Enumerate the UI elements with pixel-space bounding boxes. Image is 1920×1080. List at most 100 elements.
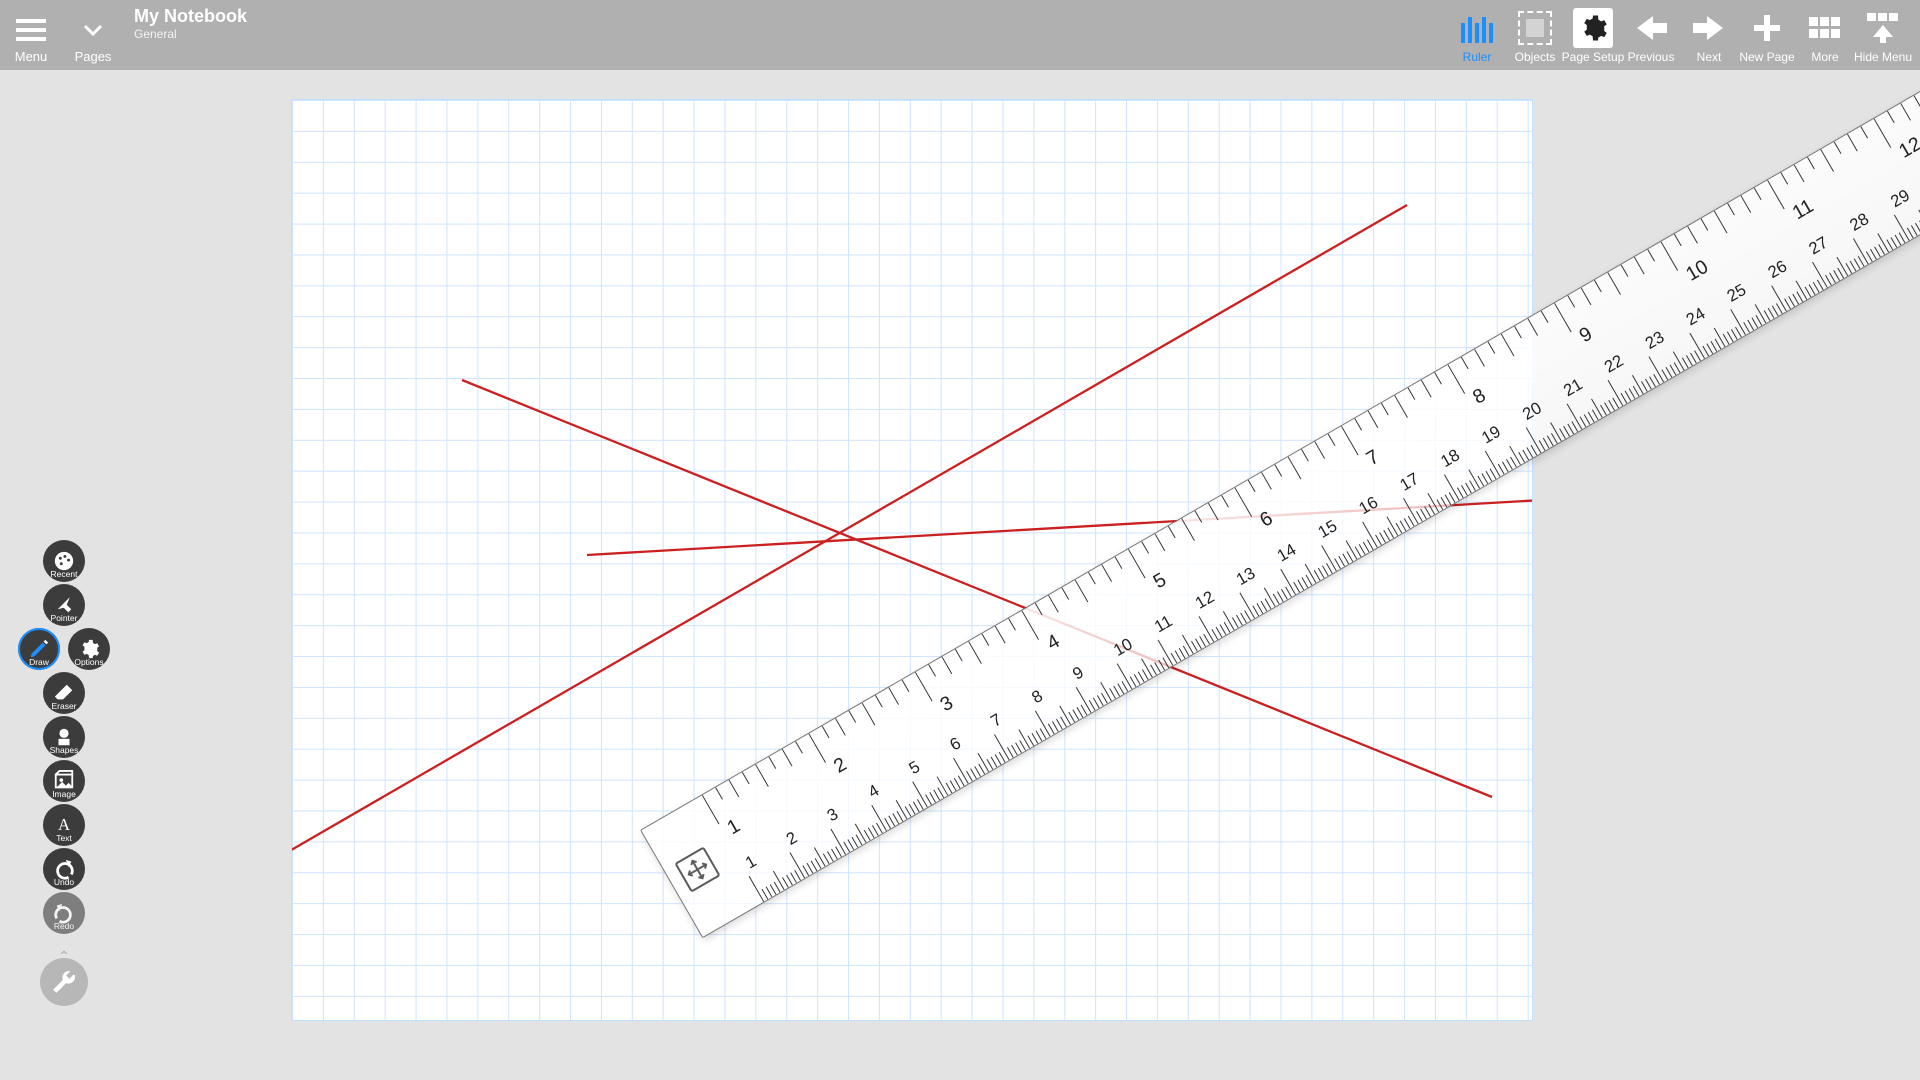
svg-text:10: 10 [1110, 634, 1136, 660]
pointer-label: Pointer [51, 613, 78, 623]
svg-text:5: 5 [906, 757, 924, 778]
svg-text:22: 22 [1601, 351, 1627, 377]
svg-text:25: 25 [1724, 280, 1750, 306]
svg-text:4: 4 [865, 781, 883, 802]
svg-text:13: 13 [1233, 563, 1259, 589]
redo-button[interactable]: Redo [43, 892, 85, 934]
next-label: Next [1697, 50, 1722, 64]
undo-button[interactable]: Undo [43, 848, 85, 890]
notebook-subtitle: General [134, 27, 247, 41]
pages-button[interactable]: Pages [62, 0, 124, 70]
svg-text:3: 3 [824, 804, 842, 825]
eraser-button[interactable]: Eraser [43, 672, 85, 714]
arrow-left-icon [1631, 8, 1671, 48]
ruler-label: Ruler [1463, 50, 1492, 64]
svg-text:A: A [58, 815, 70, 834]
svg-text:2: 2 [830, 753, 850, 778]
options-label: Options [74, 657, 103, 667]
arrow-right-icon [1689, 8, 1729, 48]
svg-text:6: 6 [1256, 507, 1277, 532]
page-setup-button[interactable]: Page Setup [1564, 0, 1622, 70]
gear-icon [1573, 8, 1613, 48]
pages-label: Pages [75, 49, 112, 64]
new-page-label: New Page [1739, 50, 1794, 64]
objects-button[interactable]: Objects [1506, 0, 1564, 70]
hamburger-icon [14, 13, 48, 47]
hide-menu-button[interactable]: Hide Menu [1854, 0, 1912, 70]
objects-icon [1515, 8, 1555, 48]
svg-text:8: 8 [1028, 686, 1046, 707]
svg-text:11: 11 [1151, 611, 1176, 636]
menu-button[interactable]: Menu [0, 0, 62, 70]
svg-text:3: 3 [937, 692, 958, 717]
image-label: Image [52, 789, 76, 799]
page-setup-label: Page Setup [1562, 50, 1625, 64]
svg-text:4: 4 [1043, 630, 1064, 655]
new-page-button[interactable]: New Page [1738, 0, 1796, 70]
svg-text:26: 26 [1765, 256, 1791, 282]
svg-text:27: 27 [1806, 233, 1832, 259]
move-icon [681, 853, 714, 886]
canvas-stage[interactable]: 1234567891011121234567891011121314151617… [0, 70, 1920, 1080]
svg-text:14: 14 [1274, 540, 1300, 566]
svg-text:6: 6 [947, 733, 965, 754]
menu-label: Menu [15, 49, 48, 64]
svg-text:12: 12 [1192, 587, 1218, 613]
svg-text:9: 9 [1576, 323, 1597, 348]
svg-text:5: 5 [1150, 569, 1171, 594]
svg-text:19: 19 [1478, 422, 1504, 448]
hide-menu-label: Hide Menu [1854, 50, 1912, 64]
redo-label: Redo [54, 921, 74, 931]
more-button[interactable]: More [1796, 0, 1854, 70]
svg-text:18: 18 [1437, 445, 1463, 471]
objects-label: Objects [1515, 50, 1556, 64]
undo-label: Undo [54, 877, 74, 887]
text-label: Text [56, 833, 72, 843]
more-label: More [1811, 50, 1838, 64]
svg-text:21: 21 [1560, 374, 1586, 400]
ruler-icon [1457, 8, 1497, 48]
ruler-button[interactable]: Ruler [1448, 0, 1506, 70]
chevron-up-icon: ⌃ [58, 948, 70, 965]
wrench-icon [51, 969, 77, 995]
app-header: Menu Pages My Notebook General Ruler Obj… [0, 0, 1920, 70]
eraser-label: Eraser [51, 701, 76, 711]
plus-icon [1747, 8, 1787, 48]
svg-text:15: 15 [1315, 516, 1341, 542]
notebook-title: My Notebook [134, 6, 247, 27]
image-button[interactable]: Image [43, 760, 85, 802]
next-button[interactable]: Next [1680, 0, 1738, 70]
text-button[interactable]: A Text [43, 804, 85, 846]
pointer-icon [54, 595, 74, 615]
collapse-up-icon [1863, 8, 1903, 48]
draw-options-button[interactable]: Options [68, 628, 110, 670]
svg-text:10: 10 [1682, 256, 1712, 286]
draw-label: Draw [29, 657, 49, 667]
svg-text:1: 1 [742, 851, 760, 872]
recent-button[interactable]: Recent [43, 540, 85, 582]
draw-button[interactable]: Draw [18, 628, 60, 670]
svg-text:23: 23 [1642, 327, 1668, 353]
svg-text:11: 11 [1789, 195, 1818, 224]
svg-text:12: 12 [1895, 133, 1920, 163]
svg-text:9: 9 [1069, 662, 1087, 683]
svg-text:20: 20 [1519, 398, 1545, 424]
svg-text:24: 24 [1683, 304, 1709, 330]
grid-icon [1805, 8, 1845, 48]
svg-text:29: 29 [1887, 186, 1913, 212]
svg-text:17: 17 [1396, 469, 1422, 495]
chevron-down-icon [76, 13, 110, 47]
shapes-button[interactable]: Shapes [43, 716, 85, 758]
svg-text:16: 16 [1356, 493, 1382, 519]
previous-label: Previous [1628, 50, 1675, 64]
text-icon: A [54, 815, 74, 835]
svg-text:7: 7 [1363, 446, 1383, 471]
previous-button[interactable]: Previous [1622, 0, 1680, 70]
pointer-button[interactable]: Pointer [43, 584, 85, 626]
svg-text:28: 28 [1846, 209, 1872, 235]
svg-text:8: 8 [1469, 384, 1490, 409]
title-area: My Notebook General [124, 0, 247, 41]
svg-text:7: 7 [987, 710, 1005, 731]
svg-text:2: 2 [783, 828, 801, 849]
settings-wrench-button[interactable]: ⌃ [40, 958, 88, 1006]
